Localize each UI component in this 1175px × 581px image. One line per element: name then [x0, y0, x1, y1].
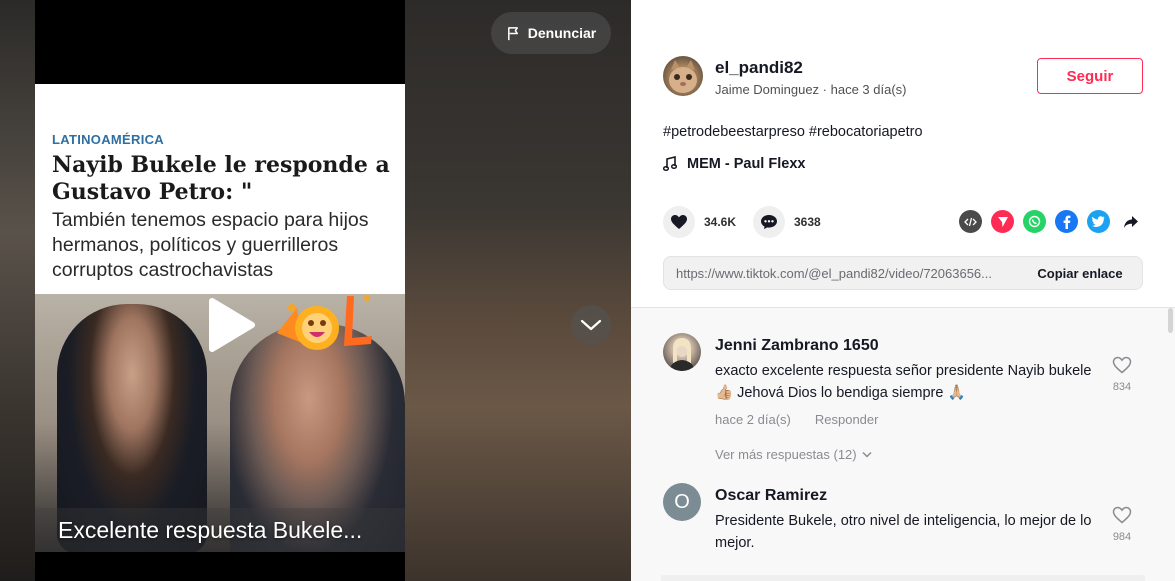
comment-count: 3638 [794, 215, 821, 229]
post-time: hace 3 día(s) [830, 82, 907, 97]
music-title: MEM - Paul Flexx [687, 156, 806, 172]
cat-avatar-icon [669, 60, 697, 93]
comment-author[interactable]: Oscar Ramirez [715, 487, 827, 505]
details-panel: el_pandi82 Jaime Dominguez · hace 3 día(… [631, 0, 1175, 581]
heart-outline-icon[interactable] [1112, 506, 1132, 524]
author-username[interactable]: el_pandi82 [715, 58, 803, 78]
author-subinfo: Jaime Dominguez · hace 3 día(s) [715, 82, 906, 97]
news-category: LATINOAMÉRICA [52, 132, 164, 147]
comment-author[interactable]: Jenni Zambrano 1650 [715, 337, 879, 355]
report-label: Denunciar [527, 25, 597, 41]
video-letterbox-top [35, 0, 405, 84]
like-button[interactable] [663, 206, 695, 238]
comment-avatar-letter[interactable]: O [663, 483, 701, 521]
author-avatar[interactable] [663, 56, 703, 96]
heart-outline-icon[interactable] [1112, 356, 1132, 374]
hashtags[interactable]: #petrodebeestarpreso #rebocatoriapetro [663, 124, 923, 140]
like-count: 34.6K [704, 215, 737, 229]
comment-text: exacto excelente respuesta señor preside… [715, 363, 1092, 401]
comment-text: Presidente Bukele, otro nivel de intelig… [715, 513, 1092, 551]
report-button[interactable]: Denunciar [491, 12, 611, 54]
chevron-down-icon [862, 451, 872, 458]
comment-meta: hace 2 día(s) Responder [715, 412, 878, 427]
chevron-down-icon [580, 319, 602, 331]
whatsapp-icon[interactable] [1023, 210, 1046, 233]
comment-like[interactable]: 984 [1107, 506, 1137, 543]
comment-action[interactable]: 3638 [753, 206, 821, 238]
comment-like-count: 984 [1112, 531, 1132, 543]
video-player-area: LATINOAMÉRICA Nayib Bukele le responde a… [0, 0, 631, 581]
flag-icon [507, 26, 518, 40]
comment-input-edge[interactable] [661, 575, 1145, 581]
comment-avatar[interactable] [663, 333, 701, 371]
comment-like[interactable]: 834 [1107, 356, 1137, 393]
news-headline: Nayib Bukele le responde a Gustavo Petro… [52, 152, 390, 205]
lol-sticker-icon [277, 295, 372, 350]
heart-icon [671, 215, 687, 229]
author-display-name: Jaime Dominguez [715, 82, 820, 97]
scrollbar-thumb[interactable] [1168, 308, 1173, 333]
music-note-icon [663, 156, 677, 172]
facebook-icon[interactable] [1055, 210, 1078, 233]
embed-icon[interactable] [959, 210, 982, 233]
share-url[interactable]: https://www.tiktok.com/@el_pandi82/video… [664, 266, 1018, 281]
news-headline-card: LATINOAMÉRICA Nayib Bukele le responde a… [35, 84, 405, 294]
video-backdrop-left [0, 0, 35, 581]
video-backdrop-right [405, 0, 631, 581]
comment-bubble-icon [761, 215, 777, 229]
reply-button[interactable]: Responder [815, 412, 879, 427]
more-replies-button[interactable]: Ver más respuestas (12) [715, 447, 872, 462]
video-caption: Excelente respuesta Bukele... [58, 517, 363, 543]
twitter-icon[interactable] [1087, 210, 1110, 233]
next-video-button[interactable] [571, 305, 611, 345]
music-link[interactable]: MEM - Paul Flexx [663, 156, 805, 172]
comment-like-count: 834 [1112, 381, 1132, 393]
user-photo-icon [669, 338, 695, 371]
subinfo-separator: · [819, 82, 831, 97]
follow-button[interactable]: Seguir [1037, 58, 1143, 94]
comment-button[interactable] [753, 206, 785, 238]
comment-time: hace 2 día(s) [715, 412, 791, 427]
play-icon[interactable] [200, 295, 260, 355]
share-link-box: https://www.tiktok.com/@el_pandi82/video… [663, 256, 1143, 290]
copy-link-button[interactable]: Copiar enlace [1018, 266, 1142, 281]
share-arrow-icon[interactable] [1119, 210, 1142, 233]
more-replies-label: Ver más respuestas (12) [715, 447, 857, 462]
share-row [959, 210, 1142, 233]
comments-list[interactable]: Jenni Zambrano 1650 exacto excelente res… [631, 308, 1175, 581]
send-icon[interactable] [991, 210, 1014, 233]
video-frame[interactable]: LATINOAMÉRICA Nayib Bukele le responde a… [35, 0, 405, 581]
like-action[interactable]: 34.6K [663, 206, 736, 238]
video-letterbox-bottom [35, 552, 405, 581]
news-subhead: También tenemos espacio para hijos herma… [52, 209, 369, 281]
